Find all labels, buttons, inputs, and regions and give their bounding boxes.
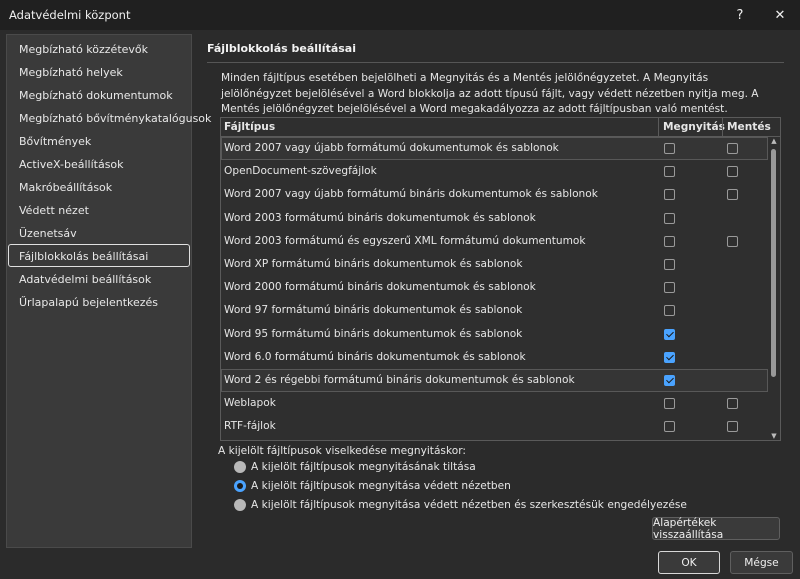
radio-button[interactable] <box>234 480 246 492</box>
close-button[interactable]: ✕ <box>762 0 798 30</box>
table-row[interactable]: Word XP formátumú bináris dokumentumok é… <box>221 253 768 276</box>
restore-defaults-button[interactable]: Alapértékek visszaállítása <box>652 517 780 541</box>
open-checkbox[interactable] <box>664 166 675 178</box>
table-row[interactable]: Word 2000 formátumú bináris dokumentumok… <box>221 276 768 299</box>
save-checkbox[interactable] <box>727 235 738 247</box>
grid-header: Fájltípus Megnyitás Mentés <box>221 118 780 137</box>
help-icon: ? <box>736 7 744 23</box>
open-checkbox[interactable] <box>664 351 675 363</box>
sidebar-item[interactable]: Megbízható dokumentumok <box>7 83 191 106</box>
table-row[interactable]: Word 2007 vagy újabb formátumú bináris d… <box>221 183 768 206</box>
file-type-label: Word 97 formátumú bináris dokumentumok é… <box>224 304 523 317</box>
table-row[interactable]: RTF-fájlok <box>221 415 768 438</box>
close-icon: ✕ <box>774 7 786 23</box>
sidebar-item[interactable]: Megbízható helyek <box>7 60 191 83</box>
file-type-label: Weblapok <box>224 397 276 410</box>
save-checkbox[interactable] <box>727 143 738 154</box>
section-description: Minden fájltípus esetében bejelölheti a … <box>221 72 759 115</box>
column-header-open[interactable]: Megnyitás <box>663 121 725 133</box>
column-header-file-type[interactable]: Fájltípus <box>224 121 275 133</box>
grid-rows: Word 2007 vagy újabb formátumú dokumentu… <box>221 137 768 438</box>
sidebar-item[interactable]: Megbízható bővítménykatalógusok <box>7 106 211 129</box>
table-row[interactable]: Word 2003 formátumú bináris dokumentumok… <box>221 207 768 230</box>
file-type-label: Word 2007 vagy újabb formátumú dokumentu… <box>224 142 559 154</box>
open-checkbox[interactable] <box>664 421 675 433</box>
save-checkbox[interactable] <box>727 166 738 178</box>
radio-label: A kijelölt fájltípusok megnyitása védett… <box>251 480 511 492</box>
open-checkbox[interactable] <box>664 374 675 386</box>
sidebar-item[interactable]: Védett nézet <box>7 198 191 221</box>
column-header-save[interactable]: Mentés <box>727 121 771 133</box>
sidebar-item[interactable]: Üzenetsáv <box>7 221 191 244</box>
behavior-radio-option[interactable]: A kijelölt fájltípusok megnyitása védett… <box>234 480 511 492</box>
open-checkbox[interactable] <box>664 282 675 294</box>
save-checkbox[interactable] <box>727 398 738 410</box>
sidebar-item[interactable]: Bővítmények <box>7 129 191 152</box>
scrollbar-thumb[interactable] <box>771 149 776 377</box>
file-type-label: Word 2 és régebbi formátumú bináris doku… <box>224 373 575 386</box>
sidebar-item[interactable]: Fájlblokkolás beállításai <box>8 244 190 267</box>
save-checkbox[interactable] <box>727 189 738 201</box>
sidebar-item[interactable]: ActiveX-beállítások <box>7 152 191 175</box>
sidebar-item[interactable]: Adatvédelmi beállítások <box>7 267 191 290</box>
scroll-up-arrow-icon[interactable]: ▲ <box>770 137 778 145</box>
column-divider <box>722 118 723 137</box>
save-checkbox[interactable] <box>727 421 738 433</box>
file-type-label: Word XP formátumú bináris dokumentumok é… <box>224 257 523 270</box>
table-row[interactable]: OpenDocument-szövegfájlok <box>221 160 768 183</box>
open-checkbox[interactable] <box>664 258 675 270</box>
sidebar-nav: Megbízható közzétevők Megbízható helyek Me… <box>6 34 211 548</box>
sidebar-item[interactable]: Megbízható közzétevők <box>7 37 191 60</box>
behavior-radio-option[interactable]: A kijelölt fájltípusok megnyitása védett… <box>234 499 687 511</box>
help-button[interactable]: ? <box>722 0 758 30</box>
file-type-grid: Fájltípus Megnyitás Mentés Word 2007 vag… <box>220 117 781 441</box>
file-type-label: OpenDocument-szövegfájlok <box>224 165 377 178</box>
sidebar-item[interactable]: Makróbeállítások <box>7 175 191 198</box>
table-row[interactable]: Word 2003 formátumú és egyszerű XML form… <box>221 230 768 253</box>
table-row[interactable]: Word 97 formátumú bináris dokumentumok é… <box>221 299 768 322</box>
section-title: Fájlblokkolás beállításai <box>207 42 356 55</box>
sidebar-item[interactable]: Űrlapalapú bejelentkezés <box>7 290 191 313</box>
ok-button[interactable]: OK <box>658 551 720 574</box>
table-row[interactable]: Word 95 formátumú bináris dokumentumok é… <box>221 323 768 346</box>
behavior-radio-option[interactable]: A kijelölt fájltípusok megnyitásának til… <box>234 461 476 473</box>
section-divider <box>207 62 784 63</box>
cancel-button[interactable]: Mégse <box>730 551 793 574</box>
open-checkbox[interactable] <box>664 212 675 224</box>
title-bar: Adatvédelmi központ ? ✕ <box>0 0 800 30</box>
file-type-label: Word 2007 vagy újabb formátumú bináris d… <box>224 188 598 201</box>
file-type-label: Word 95 formátumú bináris dokumentumok é… <box>224 327 523 340</box>
file-type-label: Word 2003 formátumú bináris dokumentumok… <box>224 211 536 224</box>
open-checkbox[interactable] <box>664 305 675 317</box>
open-behavior-label: A kijelölt fájltípusok viselkedése megny… <box>218 445 466 457</box>
radio-label: A kijelölt fájltípusok megnyitása védett… <box>251 499 687 511</box>
file-type-label: Word 6.0 formátumú bináris dokumentumok … <box>224 350 526 363</box>
radio-button[interactable] <box>234 461 246 473</box>
table-row[interactable]: Weblapok <box>221 392 768 415</box>
radio-button[interactable] <box>234 499 246 511</box>
open-checkbox[interactable] <box>664 189 675 201</box>
window-title: Adatvédelmi központ <box>9 8 131 22</box>
open-checkbox[interactable] <box>664 328 675 340</box>
grid-scrollbar[interactable]: ▲ ▼ <box>768 137 780 440</box>
file-type-label: Word 2003 formátumú és egyszerű XML form… <box>224 234 586 247</box>
radio-label: A kijelölt fájltípusok megnyitásának til… <box>251 461 476 473</box>
open-checkbox[interactable] <box>664 143 675 154</box>
table-row[interactable]: Word 2007 vagy újabb formátumú dokumentu… <box>221 137 768 161</box>
open-checkbox[interactable] <box>664 235 675 247</box>
open-checkbox[interactable] <box>664 398 675 410</box>
scroll-down-arrow-icon[interactable]: ▼ <box>770 432 778 440</box>
file-type-label: RTF-fájlok <box>224 420 276 433</box>
file-type-label: Word 2000 formátumú bináris dokumentumok… <box>224 281 536 294</box>
table-row[interactable]: Word 6.0 formátumú bináris dokumentumok … <box>221 346 768 369</box>
table-row[interactable]: Word 2 és régebbi formátumú bináris doku… <box>221 368 768 393</box>
column-divider <box>658 118 659 137</box>
